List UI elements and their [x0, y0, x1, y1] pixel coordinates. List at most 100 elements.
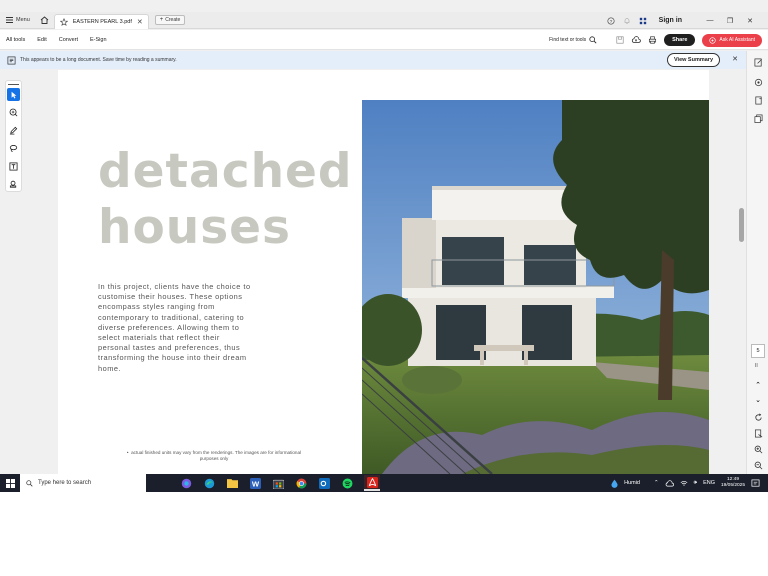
headline-line-1: detached [98, 144, 353, 199]
apps-grid-icon[interactable] [639, 17, 647, 25]
menu-bar-right: Find text or tools Share Ask AI Assistan… [549, 30, 762, 50]
print-icon[interactable] [648, 36, 657, 44]
edge-icon[interactable] [203, 477, 215, 489]
stamp-tool[interactable] [7, 178, 20, 191]
house-rendering-image [362, 100, 709, 474]
scrollbar-thumb[interactable] [739, 208, 744, 242]
pen-icon [9, 127, 18, 135]
clock[interactable]: 12:49 19/05/2025 [721, 477, 745, 489]
highlight-tool[interactable] [7, 142, 20, 155]
acrobat-taskbar-icon[interactable] [364, 475, 380, 491]
clock-date: 19/05/2025 [720, 483, 745, 488]
close-notification-icon[interactable]: ✕ [732, 55, 738, 63]
close-tab-icon[interactable]: ✕ [137, 18, 143, 26]
tools-handle[interactable] [8, 84, 19, 86]
copilot-icon[interactable] [180, 477, 192, 489]
disclaimer-footnote: • actual finished units may vary from th… [94, 450, 334, 462]
cloud-icon[interactable] [665, 479, 674, 487]
zoom-out-icon[interactable] [752, 459, 764, 471]
help-icon[interactable]: ? [607, 16, 615, 25]
vertical-scrollbar[interactable] [737, 70, 746, 474]
windows-logo-icon [5, 478, 15, 488]
weather-droplet-icon [611, 479, 618, 488]
page-fit-icon[interactable] [752, 427, 764, 439]
menu-edit[interactable]: Edit [31, 37, 52, 43]
current-page-input[interactable]: 5 [751, 344, 765, 358]
chevron-down-icon[interactable]: ⌄ [752, 394, 764, 406]
summary-icon [7, 56, 16, 64]
lasso-icon [9, 145, 18, 153]
chrome-icon[interactable] [295, 477, 307, 489]
language-indicator[interactable]: ENG [703, 480, 715, 486]
volume-icon[interactable]: 🕪 [694, 480, 697, 487]
empty-screen-area [0, 492, 768, 576]
tab-document[interactable]: EASTERN PEARL 3.pdf ✕ [53, 13, 149, 29]
notification-center-icon[interactable] [751, 479, 760, 488]
body-line: home. [98, 363, 122, 373]
create-button[interactable]: + Create [154, 15, 186, 25]
home-button[interactable] [36, 12, 54, 28]
cloud-upload-icon[interactable] [631, 36, 641, 44]
page-headline: detached houses [98, 144, 353, 256]
text-tool[interactable] [7, 160, 20, 173]
body-line: transforming the house into their dream [98, 353, 247, 363]
rotate-icon[interactable] [752, 411, 764, 423]
edit-pdf-icon[interactable] [752, 56, 764, 68]
body-line: encompass styles ranging from [98, 302, 215, 312]
comment-tool[interactable] [7, 106, 20, 119]
text-box-icon [9, 162, 18, 171]
close-window-icon[interactable]: ✕ [744, 17, 756, 25]
maximize-icon[interactable]: ❐ [724, 17, 736, 25]
page-total: II [755, 363, 758, 369]
footnote-line-2: purposes only [199, 456, 229, 461]
tray-chevron-up-icon[interactable]: ⌃ [654, 480, 659, 486]
start-button[interactable] [0, 474, 20, 492]
copy-pages-icon[interactable] [752, 112, 764, 124]
menu-all-tools[interactable]: All tools [0, 37, 31, 43]
file-explorer-icon[interactable] [226, 477, 238, 489]
view-summary-button[interactable]: View Summary [666, 53, 720, 67]
draw-tool[interactable] [7, 124, 20, 137]
footnote-line-1: actual finished units may vary from the … [131, 450, 302, 455]
weather-text[interactable]: Humid [624, 480, 640, 486]
document-page: detached houses In this project, clients… [58, 70, 709, 474]
wifi-icon[interactable] [680, 480, 688, 487]
search-icon [26, 479, 33, 487]
zoom-in-icon[interactable] [752, 443, 764, 455]
find-label: Find text or tools [549, 37, 587, 43]
body-line: diverse preferences. Allowing them to [98, 322, 240, 332]
taskbar-search-box[interactable]: Type here to search [20, 474, 146, 492]
system-tray: Humid ⌃ 🕪 ENG 12:49 19/05/2025 [611, 474, 768, 492]
ai-assistant-button[interactable]: Ask AI Assistant [702, 33, 762, 47]
menu-e-sign[interactable]: E-Sign [84, 37, 113, 43]
menu-bar: All tools Edit Convert E-Sign Find text … [0, 30, 768, 50]
sign-in-link[interactable]: Sign in [659, 17, 682, 24]
word-icon[interactable]: W [249, 477, 261, 489]
minimize-icon[interactable]: — [704, 17, 716, 24]
stamp-icon [9, 180, 17, 188]
right-side-rail: 5 II ⌃ ⌄ [746, 51, 768, 474]
select-tool[interactable] [7, 88, 20, 102]
create-label: Create [165, 17, 181, 23]
taskbar-search-placeholder: Type here to search [38, 480, 92, 486]
tab-bar: Menu EASTERN PEARL 3.pdf ✕ + Create ? Si… [0, 12, 768, 29]
store-icon[interactable] [272, 477, 284, 489]
share-button[interactable]: Share [664, 34, 696, 46]
ai-assistant-label: Ask AI Assistant [719, 37, 755, 43]
bookmark-rail-icon[interactable] [752, 94, 764, 106]
body-line: In this project, clients have the choice… [98, 282, 251, 291]
menu-button[interactable]: Menu [0, 12, 36, 28]
outlook-icon[interactable] [318, 477, 330, 489]
comment-rail-icon[interactable] [752, 76, 764, 88]
headline-line-2: houses [98, 200, 292, 255]
find-tools[interactable]: Find text or tools [549, 36, 597, 44]
star-icon[interactable] [59, 17, 68, 26]
save-icon[interactable] [616, 36, 624, 44]
home-icon [40, 16, 49, 24]
chevron-up-icon[interactable]: ⌃ [752, 379, 764, 391]
svg-text:W: W [251, 479, 259, 488]
notification-bell-icon[interactable] [623, 17, 631, 25]
spotify-icon[interactable] [341, 477, 353, 489]
plus-icon: + [159, 17, 164, 23]
menu-convert[interactable]: Convert [53, 37, 84, 43]
